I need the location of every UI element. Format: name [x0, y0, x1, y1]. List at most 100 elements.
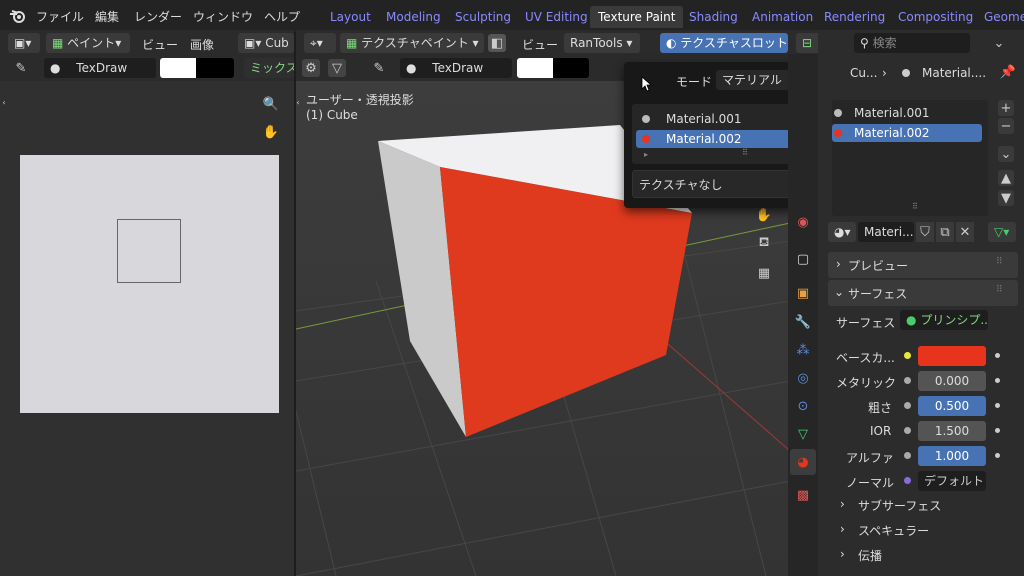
texture-paint-mode-dropdown[interactable]: ▦ テクスチャペイント ▾ — [340, 33, 484, 53]
viewport-brush-icon[interactable]: ✎ — [370, 59, 388, 77]
transmission-section[interactable]: 伝播 — [858, 547, 882, 564]
roughness-field[interactable]: 0.500 — [918, 396, 986, 416]
list-resize-handle[interactable]: ⠿ — [742, 148, 748, 157]
keyframe-dot-icon[interactable] — [995, 403, 1000, 408]
secondary-color-swatch[interactable] — [196, 58, 234, 78]
tab-uv-editing[interactable]: UV Editing — [517, 6, 596, 28]
object-tab-icon[interactable]: ▣ — [790, 280, 816, 306]
data-tab-icon[interactable]: ▽ — [790, 421, 816, 447]
metallic-field[interactable]: 0.000 — [918, 371, 986, 391]
constraints-tab-icon[interactable]: ⊙ — [790, 393, 816, 419]
link-dropdown-icon[interactable]: ▽▾ — [988, 222, 1016, 242]
tab-shading[interactable]: Shading — [681, 6, 746, 28]
material-slot-item[interactable]: Material.001 — [832, 104, 982, 122]
socket-dot-icon[interactable] — [904, 352, 911, 359]
specular-section[interactable]: スペキュラー — [858, 522, 929, 539]
particles-tab-icon[interactable]: ⁂ — [790, 337, 816, 363]
slot-specials-icon[interactable]: ⌄ — [998, 146, 1014, 162]
settings-gear-icon[interactable]: ⚙ — [302, 59, 320, 77]
blender-logo-icon[interactable] — [8, 6, 28, 26]
brush-icon[interactable]: ✎ — [12, 59, 30, 77]
socket-dot-icon[interactable] — [904, 377, 911, 384]
menu-image[interactable]: 画像 — [190, 36, 214, 53]
properties-search[interactable]: ⚲ 検索 — [854, 33, 970, 53]
menu-help[interactable]: ヘルプ — [264, 8, 300, 25]
rantools-dropdown[interactable]: RanTools ▾ — [564, 33, 640, 53]
material-slot-item-selected[interactable]: Material.002 — [832, 124, 982, 142]
brush-selector[interactable]: ● TexDraw — [44, 58, 156, 78]
grid-toggle-icon[interactable]: ▦ — [752, 261, 776, 285]
viewport-editor-type-button[interactable]: ⌖▾ — [304, 33, 336, 53]
keyframe-dot-icon[interactable] — [995, 453, 1000, 458]
modifier-tab-icon[interactable]: 🔧 — [790, 309, 816, 335]
zoom-icon[interactable]: 🔍 — [258, 91, 284, 117]
drag-handle-icon[interactable]: ⠿ — [996, 257, 1003, 267]
preview-panel-header[interactable]: › プレビュー ⠿ — [828, 252, 1018, 278]
editor-type-button[interactable]: ▣▾ — [8, 33, 40, 53]
viewport-primary-color[interactable] — [517, 58, 553, 78]
surface-panel-header[interactable]: ⌄ サーフェス ⠿ — [828, 280, 1018, 306]
texture-selector[interactable]: テクスチャなし — [632, 170, 804, 198]
move-down-icon[interactable]: ▼ — [998, 190, 1014, 206]
move-up-icon[interactable]: ▲ — [998, 170, 1014, 186]
drag-handle-icon[interactable]: ⠿ — [996, 285, 1003, 295]
normal-field[interactable]: デフォルト — [918, 471, 986, 491]
filter-icon[interactable]: ▽ — [328, 59, 346, 77]
physics-tab-icon[interactable]: ◎ — [790, 365, 816, 391]
camera-view-icon[interactable]: ⛾ — [752, 231, 776, 255]
image-browse-button[interactable]: ▣▾ Cub — [238, 33, 294, 53]
tab-layout[interactable]: Layout — [322, 6, 379, 28]
world-tab-icon[interactable]: ◉ — [790, 209, 816, 235]
viewport-secondary-color[interactable] — [553, 58, 589, 78]
surface-shader-selector[interactable]: ● プリンシプ... — [900, 310, 988, 330]
add-slot-icon[interactable]: + — [998, 100, 1014, 116]
list-expand-icon[interactable]: ▸ — [644, 150, 648, 159]
tab-geometry[interactable]: Geometr — [976, 6, 1024, 28]
material-tab-icon[interactable]: ◕ — [790, 449, 816, 475]
menu-edit[interactable]: 編集 — [95, 8, 119, 25]
subsurface-section[interactable]: サブサーフェス — [858, 497, 941, 514]
slot-list-resize-handle[interactable]: ⠿ — [912, 202, 918, 211]
viewport-brush-selector[interactable]: ● TexDraw — [400, 58, 512, 78]
tab-sculpting[interactable]: Sculpting — [447, 6, 519, 28]
primary-color-swatch[interactable] — [160, 58, 196, 78]
toolbar-collapse-icon[interactable]: ‹ — [296, 95, 302, 109]
socket-dot-icon[interactable] — [904, 452, 911, 459]
texture-tab-icon[interactable]: ▩ — [790, 482, 816, 508]
hand-pan-icon[interactable]: ✋ — [258, 119, 284, 145]
ior-field[interactable]: 1.500 — [918, 421, 986, 441]
alpha-field[interactable]: 1.000 — [918, 446, 986, 466]
collapse-arrow-icon[interactable]: ‹ — [0, 95, 8, 109]
chevron-down-icon[interactable]: ⌄ — [990, 34, 1008, 52]
menu-viewport-view[interactable]: ビュー — [522, 36, 558, 53]
socket-dot-icon[interactable] — [904, 402, 911, 409]
menu-file[interactable]: ファイル — [36, 8, 84, 25]
menu-render[interactable]: レンダー — [134, 8, 182, 25]
keyframe-dot-icon[interactable] — [995, 428, 1000, 433]
socket-dot-icon[interactable] — [904, 427, 911, 434]
tab-texture-paint[interactable]: Texture Paint — [590, 6, 684, 28]
material-browse-icon[interactable]: ◕▾ — [828, 222, 856, 242]
pin-icon[interactable]: 📌 — [1000, 64, 1016, 80]
image-editor-canvas[interactable]: ‹ 🔍 ✋ — [0, 81, 294, 576]
base-color-swatch[interactable] — [918, 346, 986, 366]
duplicate-material-icon[interactable]: ⧉ — [936, 222, 954, 242]
remove-slot-icon[interactable]: − — [998, 118, 1014, 134]
fake-user-shield-icon[interactable]: ⛉ — [916, 222, 934, 242]
tab-rendering[interactable]: Rendering — [816, 6, 893, 28]
mode-dropdown[interactable]: ▦ ペイント▾ — [46, 33, 130, 53]
tab-animation[interactable]: Animation — [744, 6, 821, 28]
menu-window[interactable]: ウィンドウ — [193, 8, 253, 25]
menu-view[interactable]: ビュー — [142, 36, 178, 53]
unlink-material-icon[interactable]: ✕ — [956, 222, 974, 242]
tab-compositing[interactable]: Compositing — [890, 6, 981, 28]
blend-mode-dropdown[interactable]: ミックス — [244, 58, 294, 78]
collection-tab-icon[interactable]: ▢ — [790, 246, 816, 272]
material-name-field[interactable]: Materi... — [858, 222, 914, 242]
keyframe-dot-icon[interactable] — [995, 378, 1000, 383]
texture-slots-button[interactable]: ◐ テクスチャスロット — [660, 33, 788, 53]
mask-toggle-icon[interactable]: ◧ — [488, 34, 506, 52]
keyframe-dot-icon[interactable] — [995, 353, 1000, 358]
tab-modeling[interactable]: Modeling — [378, 6, 449, 28]
socket-dot-icon[interactable] — [904, 477, 911, 484]
